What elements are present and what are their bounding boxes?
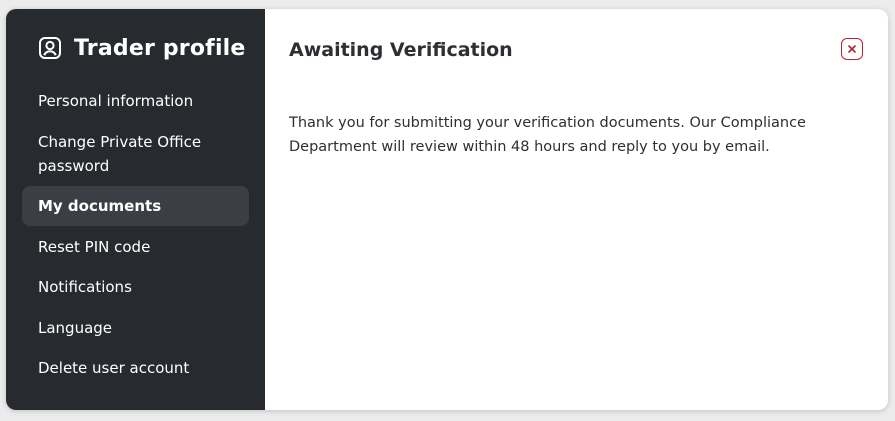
sidebar: Trader profile Personal information Chan…	[6, 9, 265, 410]
sidebar-title: Trader profile	[74, 35, 246, 61]
verification-message: Thank you for submitting your verificati…	[289, 115, 806, 155]
user-icon	[38, 36, 62, 60]
main-panel: Awaiting Verification Thank you for subm…	[265, 9, 888, 410]
sidebar-item-notifications[interactable]: Notifications	[22, 267, 249, 307]
sidebar-item-language[interactable]: Language	[22, 308, 249, 348]
page-title: Awaiting Verification	[289, 39, 513, 61]
sidebar-item-change-password[interactable]: Change Private Office password	[22, 122, 249, 186]
close-button[interactable]	[841, 38, 863, 60]
sidebar-item-my-documents[interactable]: My documents	[22, 186, 249, 226]
sidebar-item-delete-account[interactable]: Delete user account	[22, 348, 249, 388]
sidebar-header: Trader profile	[22, 33, 249, 63]
sidebar-item-reset-pin[interactable]: Reset PIN code	[22, 227, 249, 267]
close-icon	[847, 44, 857, 54]
trader-profile-window: Trader profile Personal information Chan…	[6, 9, 888, 410]
sidebar-item-personal-information[interactable]: Personal information	[22, 81, 249, 121]
sidebar-nav: Personal information Change Private Offi…	[22, 81, 249, 388]
